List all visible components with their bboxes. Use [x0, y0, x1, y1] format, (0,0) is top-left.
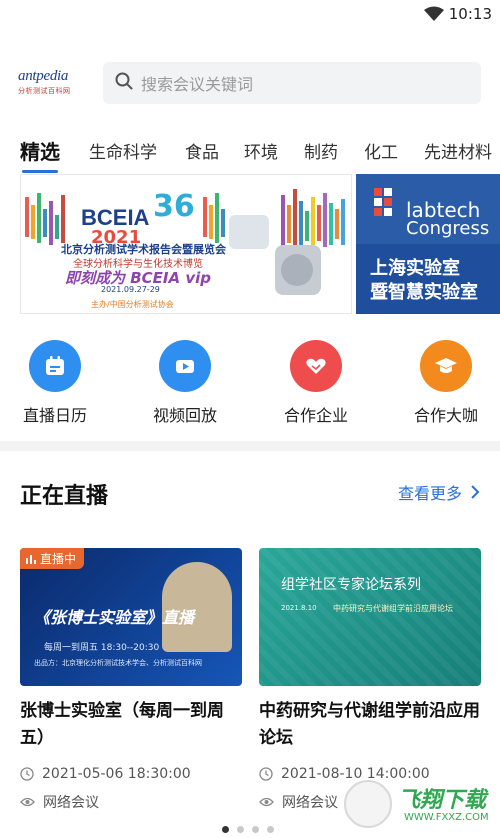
card-thumbnail: 《张博士实验室》直播 每周一到周五 18:30--20:30 出品方：北京理化分… — [20, 548, 242, 686]
banner-labtech[interactable]: labtech Congress 上海实验室 暨智慧实验室 — [356, 174, 500, 314]
tab-life-science[interactable]: 生命科学 — [89, 138, 157, 163]
eye-icon — [20, 796, 35, 808]
tab-featured[interactable]: 精选 — [20, 136, 60, 165]
live-card[interactable]: 组学社区专家论坛系列 2021.8.10 中药研究与代谢组学前沿应用论坛 中药研… — [259, 548, 481, 812]
clock-icon — [20, 767, 34, 781]
handshake-icon — [290, 340, 342, 392]
banner-bceia-date: 2021.09.27-29 — [101, 285, 160, 294]
card-datetime-text: 2021-05-06 18:30:00 — [42, 766, 191, 782]
search-icon — [115, 72, 133, 94]
clock-icon — [259, 767, 273, 781]
watermark-url: WWW.FXXZ.COM — [404, 812, 489, 823]
feature-label: 合作大咖 — [413, 406, 478, 425]
tab-chemical[interactable]: 化工 — [364, 138, 398, 163]
search-placeholder: 搜索会议关键词 — [141, 75, 254, 94]
app-logo[interactable]: antpedia 分析测试百科网 — [18, 68, 86, 102]
category-tabs: 精选 生命科学 食品 环境 制药 化工 先进材料 — [0, 130, 500, 170]
see-more-link[interactable]: 查看更多 — [398, 480, 480, 504]
feature-label: 视频回放 — [152, 406, 217, 425]
tab-pharma[interactable]: 制药 — [304, 138, 338, 163]
card-thumb-sub: 中药研究与代谢组学前沿应用论坛 — [333, 604, 453, 613]
pager-dot[interactable] — [267, 826, 274, 833]
feature-partner-companies[interactable]: 合作企业 — [266, 340, 366, 426]
pager-dot[interactable] — [237, 826, 244, 833]
feature-label: 合作企业 — [283, 406, 348, 425]
card-title: 中药研究与代谢组学前沿应用论坛 — [259, 701, 480, 748]
chevron-right-icon — [470, 484, 480, 500]
status-bar: 10:13 — [0, 0, 500, 30]
calendar-icon — [29, 340, 81, 392]
card-thumb-org: 出品方：北京理化分析测试技术学会、分析测试百科网 — [34, 659, 202, 667]
banner-bceia-anniv: 36 — [153, 189, 195, 224]
tab-advanced-materials[interactable]: 先进材料 — [424, 138, 492, 163]
see-more-label: 查看更多 — [397, 484, 462, 503]
banner-bceia-org: 主办/中国分析测试协会 — [91, 300, 174, 309]
feature-live-calendar[interactable]: 直播日历 — [5, 340, 105, 426]
wifi-icon — [424, 6, 444, 26]
card-thumb-title: 组学社区专家论坛系列 — [281, 577, 421, 593]
pager-dot[interactable] — [222, 826, 229, 833]
logo-subtext: 分析测试百科网 — [18, 87, 71, 95]
active-tab-indicator — [22, 170, 58, 173]
watermark-logo — [344, 780, 392, 828]
feature-label: 直播日历 — [22, 406, 87, 425]
card-datetime: 2021-05-06 18:30:00 — [20, 766, 242, 782]
card-type-text: 网络会议 — [43, 795, 99, 811]
feature-partner-experts[interactable]: 合作大咖 — [396, 340, 496, 426]
live-card[interactable]: 《张博士实验室》直播 每周一到周五 18:30--20:30 出品方：北京理化分… — [20, 548, 242, 812]
banner-bceia[interactable]: BCEIA 2021 36 北京分析测试学术报告会暨展览会 全球分析科学与生化技… — [20, 174, 352, 314]
banner-labtech-line2: Congress — [406, 218, 490, 239]
feature-shortcuts: 直播日历 视频回放 合作企业 合作大咖 — [0, 340, 500, 430]
tab-food[interactable]: 食品 — [185, 138, 219, 163]
card-thumb-date: 2021.8.10 — [281, 604, 317, 612]
live-badge: 直播中 — [20, 548, 85, 569]
tab-environment[interactable]: 环境 — [244, 138, 278, 163]
card-type: 网络会议 — [20, 792, 242, 812]
watermark-text: 飞翔下载 — [398, 788, 487, 813]
banner-labtech-line4: 暨智慧实验室 — [370, 282, 478, 303]
live-bars-icon — [26, 554, 36, 564]
search-input[interactable]: 搜索会议关键词 — [103, 62, 481, 104]
eye-icon — [259, 796, 274, 808]
banner-labtech-line3: 上海实验室 — [370, 258, 460, 279]
card-thumb-time: 每周一到周五 18:30--20:30 — [44, 643, 160, 653]
status-time: 10:13 — [448, 5, 492, 23]
feature-video-replay[interactable]: 视频回放 — [135, 340, 235, 426]
graduation-cap-icon — [420, 340, 472, 392]
thumb-pattern — [259, 548, 481, 686]
card-title: 张博士实验室（每周一到周五） — [20, 701, 224, 748]
video-icon — [159, 340, 211, 392]
pager-dot[interactable] — [252, 826, 259, 833]
card-type-text: 网络会议 — [282, 795, 338, 811]
live-section-title: 正在直播 — [20, 484, 109, 509]
live-badge-label: 直播中 — [40, 552, 77, 566]
logo-text: antpedia — [18, 68, 69, 84]
pager-dots — [222, 826, 274, 833]
section-divider — [0, 441, 500, 451]
card-thumbnail: 组学社区专家论坛系列 2021.8.10 中药研究与代谢组学前沿应用论坛 — [259, 548, 481, 686]
watermark: 飞翔下载 WWW.FXXZ.COM — [344, 776, 494, 832]
card-thumb-title: 《张博士实验室》直播 — [34, 608, 195, 627]
